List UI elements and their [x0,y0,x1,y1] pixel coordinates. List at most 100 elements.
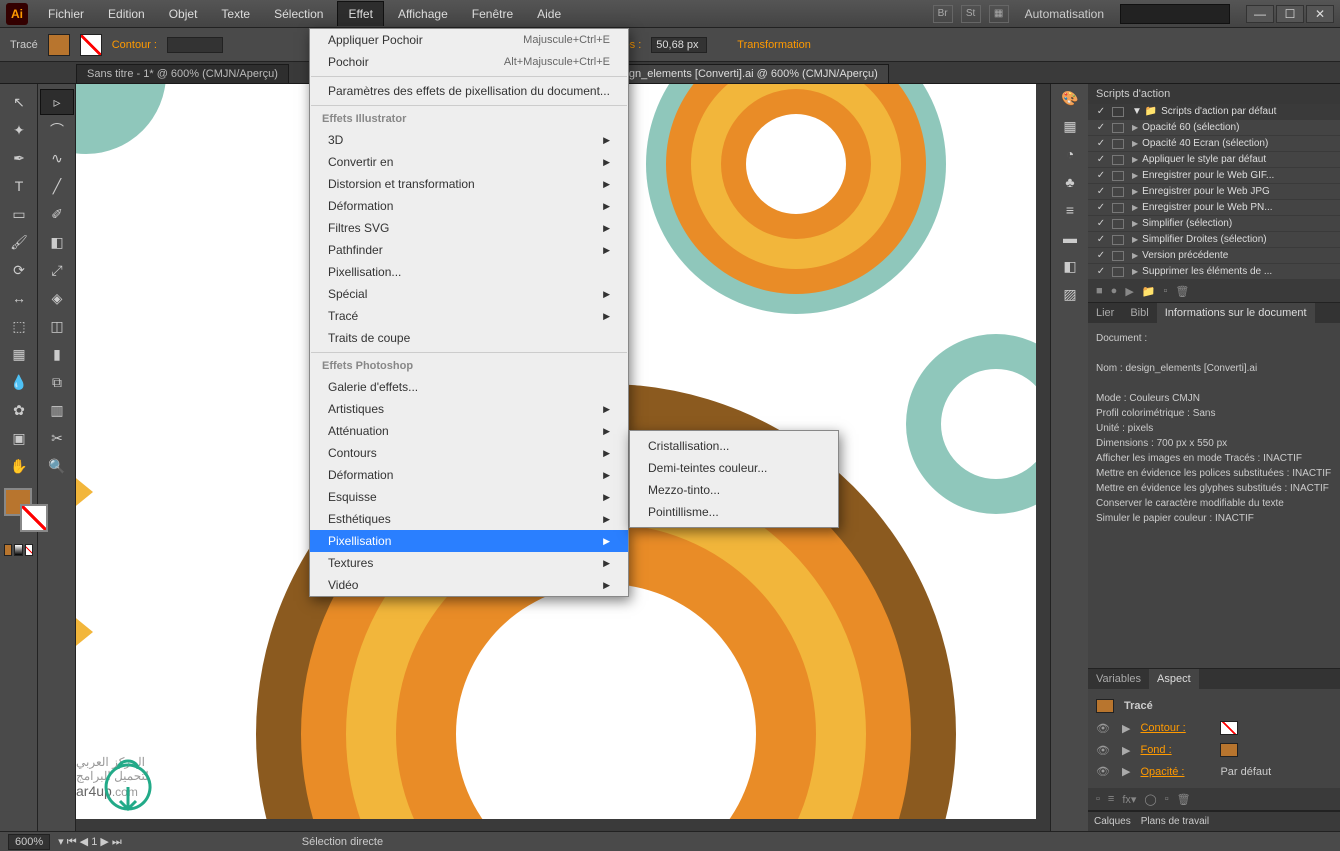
calques-tab[interactable]: Calques [1094,816,1131,827]
fill-swatch[interactable] [48,34,70,56]
aspect-row[interactable]: 👁▶Fond : [1094,739,1334,761]
aspect-row[interactable]: 👁▶Opacité :Par défaut [1094,761,1334,782]
record-icon[interactable]: ● [1111,285,1118,297]
transparency-panel-icon[interactable]: ▨ [1053,281,1087,307]
menu-item[interactable]: Pixellisation▶ [310,530,628,552]
menu-item[interactable]: Textures▶ [310,552,628,574]
action-item[interactable]: ✓▶Opacité 60 (sélection) [1088,120,1340,136]
trash-icon[interactable]: 🗑 [1175,285,1189,298]
workspace-switcher[interactable]: Automatisation [1017,3,1112,25]
gradient-panel-icon[interactable]: ◧ [1053,253,1087,279]
document-tab[interactable]: Sans titre - 1* @ 600% (CMJN/Aperçu) [76,64,289,83]
close-button[interactable]: ✕ [1306,5,1334,23]
menu-item[interactable]: Pathfinder▶ [310,239,628,261]
curvature-tool[interactable]: ∿ [40,145,74,171]
blend-tool[interactable]: ⧉ [40,369,74,395]
eyedropper-tool[interactable]: 💧 [2,369,36,395]
action-item[interactable]: ✓▶Simplifier Droites (sélection) [1088,232,1340,248]
submenu-item[interactable]: Mezzo-tinto... [630,479,838,501]
width-tool[interactable]: ↔ [2,285,36,311]
zoom-tool[interactable]: 🔍 [40,453,74,479]
direct-selection-tool[interactable]: ▹ [40,89,74,115]
play-icon[interactable]: ▶ [1125,285,1133,298]
action-item[interactable]: ✓▶Supprimer les éléments de ... [1088,264,1340,280]
menu-item[interactable]: Spécial▶ [310,283,628,305]
pen-tool[interactable]: ✒ [2,145,36,171]
mesh-tool[interactable]: ▦ [2,341,36,367]
menu-edition[interactable]: Edition [98,2,155,26]
perspective-tool[interactable]: ◫ [40,313,74,339]
menu-item[interactable]: Pixellisation... [310,261,628,283]
color-panel-icon[interactable]: 🎨 [1053,85,1087,111]
new-action-icon[interactable]: ▫ [1163,285,1167,297]
lier-tab[interactable]: Lier [1088,303,1122,323]
magic-wand-tool[interactable]: ✦ [2,117,36,143]
artboard-tool[interactable]: ▣ [2,425,36,451]
menu-item[interactable]: Esthétiques▶ [310,508,628,530]
aspect-tab[interactable]: Aspect [1149,669,1199,689]
color-guide-icon[interactable]: ◔ [1053,141,1087,167]
symbols-panel-icon[interactable]: ♣ [1053,169,1087,195]
rectangle-tool[interactable]: ▭ [2,201,36,227]
transform-label[interactable]: Transformation [737,39,811,51]
bibl-tab[interactable]: Bibl [1122,303,1156,323]
lasso-tool[interactable]: ⌒ [40,117,74,143]
menu-fenêtre[interactable]: Fenêtre [462,2,523,26]
line-tool[interactable]: ╱ [40,173,74,199]
menu-item[interactable]: PochoirAlt+Majuscule+Ctrl+E [310,51,628,73]
action-item[interactable]: ✓▶Appliquer le style par défaut [1088,152,1340,168]
column-graph-tool[interactable]: ▥ [40,397,74,423]
gradient-tool[interactable]: ▮ [40,341,74,367]
menu-item[interactable]: Déformation▶ [310,464,628,486]
stroke-weight-input[interactable] [167,37,223,53]
brushes-panel-icon[interactable]: ≡ [1053,197,1087,223]
menu-item[interactable]: Galerie d'effets... [310,376,628,398]
stroke-swatch[interactable] [80,34,102,56]
action-item[interactable]: ✓▶Simplifier (sélection) [1088,216,1340,232]
action-item[interactable]: ✓▶Enregistrer pour le Web PN... [1088,200,1340,216]
search-input[interactable] [1120,4,1230,24]
submenu-item[interactable]: Cristallisation... [630,435,838,457]
menu-item[interactable]: Atténuation▶ [310,420,628,442]
menu-item[interactable]: 3D▶ [310,129,628,151]
symbol-sprayer-tool[interactable]: ✿ [2,397,36,423]
scale-tool[interactable]: ⤢ [40,257,74,283]
rotate-tool[interactable]: ⟳ [2,257,36,283]
plans-tab[interactable]: Plans de travail [1141,816,1209,827]
menu-item[interactable]: Déformation▶ [310,195,628,217]
zoom-level[interactable]: 600% [8,834,50,850]
menu-item[interactable]: Artistiques▶ [310,398,628,420]
menu-effet[interactable]: Effet [337,1,383,26]
variables-tab[interactable]: Variables [1088,669,1149,689]
menu-fichier[interactable]: Fichier [38,2,94,26]
menu-objet[interactable]: Objet [159,2,208,26]
menu-item[interactable]: Appliquer PochoirMajuscule+Ctrl+E [310,29,628,51]
stop-icon[interactable]: ■ [1096,285,1103,297]
slice-tool[interactable]: ✂ [40,425,74,451]
menu-item[interactable]: Contours▶ [310,442,628,464]
document-tab[interactable]: sign_elements [Converti].ai @ 600% (CMJN… [610,64,889,83]
menu-item[interactable]: Traits de coupe [310,327,628,349]
maximize-button[interactable]: ☐ [1276,5,1304,23]
arrange-icon[interactable]: ▦ [989,5,1009,23]
menu-aide[interactable]: Aide [527,2,571,26]
selection-tool[interactable]: ↖ [2,89,36,115]
action-folder[interactable]: ✓▼ 📁Scripts d'action par défaut [1088,104,1340,120]
menu-item[interactable]: Distorsion et transformation▶ [310,173,628,195]
minimize-button[interactable]: — [1246,5,1274,23]
submenu-item[interactable]: Demi-teintes couleur... [630,457,838,479]
menu-item[interactable]: Convertir en▶ [310,151,628,173]
action-item[interactable]: ✓▶Enregistrer pour le Web GIF... [1088,168,1340,184]
stroke-panel-icon[interactable]: ▬ [1053,225,1087,251]
free-transform-tool[interactable]: ◈ [40,285,74,311]
menu-item[interactable]: Filtres SVG▶ [310,217,628,239]
layout2-icon[interactable]: St [961,5,981,23]
swatches-panel-icon[interactable]: ▦ [1053,113,1087,139]
shape-builder-tool[interactable]: ⬚ [2,313,36,339]
eraser-tool[interactable]: ◧ [40,229,74,255]
angles-input[interactable] [651,37,707,53]
hand-tool[interactable]: ✋ [2,453,36,479]
actions-panel-title[interactable]: Scripts d'action [1088,84,1340,104]
menu-item[interactable]: Esquisse▶ [310,486,628,508]
aspect-row[interactable]: 👁▶Contour : [1094,717,1334,739]
